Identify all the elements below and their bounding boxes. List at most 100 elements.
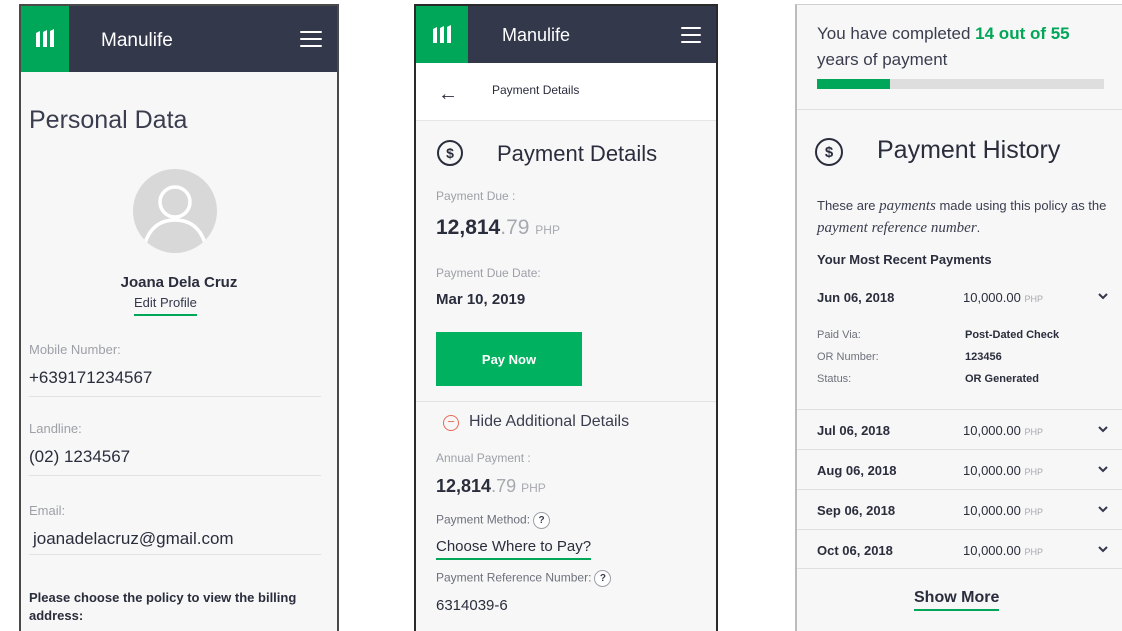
chevron-down-icon[interactable] <box>1098 292 1108 300</box>
divider <box>797 109 1122 110</box>
sub-header-title: Payment Details <box>492 83 580 97</box>
hamburger-menu-icon[interactable] <box>300 31 322 47</box>
help-icon[interactable]: ? <box>533 512 551 529</box>
payment-amount: 10,000.00 PHP <box>963 423 1043 438</box>
progress-bar-fill <box>817 79 891 89</box>
annual-payment-currency: PHP <box>521 481 546 495</box>
annual-payment-whole: 12,814 <box>436 476 492 496</box>
annual-payment-decimal: .79 <box>491 476 517 496</box>
intro-text: . <box>976 220 981 235</box>
reference-number-label: Payment Reference Number:? <box>436 570 612 587</box>
mobile-number-label: Mobile Number: <box>29 342 121 357</box>
due-date-label: Payment Due Date: <box>436 266 541 280</box>
personal-data-screen: Manulife Personal Data Joana Dela Cruz E… <box>19 4 339 631</box>
reference-number-text: Payment Reference Number: <box>436 570 592 585</box>
payment-due-whole: 12,814 <box>436 216 501 239</box>
chevron-down-icon[interactable] <box>1098 465 1108 473</box>
payment-due-currency: PHP <box>535 223 560 237</box>
minus-circle-icon[interactable]: − <box>443 415 459 431</box>
payment-amount-value: 10,000.00 <box>963 503 1021 518</box>
intro-emphasis: payment reference number <box>817 220 977 236</box>
payment-row[interactable]: Jul 06, 2018 10,000.00 PHP <box>797 409 1122 449</box>
reference-number-value: 6314039-6 <box>436 597 508 614</box>
payment-amount-value: 10,000.00 <box>963 543 1021 558</box>
manulife-logo-icon[interactable] <box>21 6 69 72</box>
help-icon[interactable]: ? <box>594 570 612 587</box>
payment-currency: PHP <box>1024 507 1043 517</box>
landline-label: Landline: <box>29 421 82 436</box>
detail-value: OR Generated <box>965 373 1039 385</box>
payment-row[interactable]: Sep 06, 2018 10,000.00 PHP <box>797 489 1122 529</box>
app-header: Manulife <box>21 6 337 72</box>
payment-date: Aug 06, 2018 <box>817 463 897 478</box>
detail-value: 123456 <box>965 351 1002 363</box>
divider <box>29 396 321 397</box>
hide-details-toggle[interactable]: Hide Additional Details <box>469 413 629 431</box>
detail-label: Status: <box>817 373 852 385</box>
choose-where-to-pay-link[interactable]: Choose Where to Pay? <box>436 538 592 560</box>
payment-currency: PHP <box>1024 547 1043 557</box>
email-value[interactable]: joanadelacruz@gmail.com <box>33 529 234 549</box>
brand-name: Manulife <box>502 25 571 45</box>
divider <box>416 401 716 402</box>
dollar-circle-icon: $ <box>815 138 843 166</box>
mobile-number-value[interactable]: +639171234567 <box>29 368 152 388</box>
detail-label: OR Number: <box>817 351 879 363</box>
payment-history-screen: You have completed 14 out of 55 years of… <box>795 4 1122 631</box>
payment-method-text: Payment Method: <box>436 512 531 527</box>
payment-currency: PHP <box>1024 294 1043 304</box>
user-avatar-icon[interactable] <box>133 169 217 253</box>
recent-payments-heading: Your Most Recent Payments <box>817 252 992 267</box>
payment-due-amount: 12,814.79 PHP <box>436 216 560 240</box>
payment-due-decimal: .79 <box>500 216 530 239</box>
landline-value[interactable]: (02) 1234567 <box>29 447 130 467</box>
payment-row[interactable]: Oct 06, 2018 10,000.00 PHP <box>797 529 1122 569</box>
app-header: Manulife <box>416 6 716 63</box>
detail-label: Paid Via: <box>817 329 861 341</box>
payment-details-screen: Manulife ← Payment Details $ Payment Det… <box>414 4 718 631</box>
email-label: Email: <box>29 503 66 518</box>
intro-emphasis: payments <box>879 198 936 214</box>
section-title: Payment Details <box>497 141 658 166</box>
completion-suffix: years of payment <box>817 50 948 69</box>
intro-text: These are <box>817 198 876 213</box>
annual-payment-label: Annual Payment : <box>436 451 531 465</box>
page-title: Personal Data <box>29 106 188 134</box>
detail-value: Post-Dated Check <box>965 329 1060 341</box>
chevron-down-icon[interactable] <box>1098 425 1108 433</box>
edit-profile-link[interactable]: Edit Profile <box>134 295 197 316</box>
payment-due-label: Payment Due : <box>436 189 516 203</box>
payment-row[interactable]: Aug 06, 2018 10,000.00 PHP <box>797 449 1122 489</box>
intro-text: made using this policy as the <box>939 198 1107 213</box>
divider <box>29 554 321 555</box>
history-intro: These are payments made using this polic… <box>817 195 1112 239</box>
show-more-button[interactable]: Show More <box>914 589 1000 611</box>
dollar-circle-icon: $ <box>437 140 463 166</box>
chevron-down-icon[interactable] <box>1098 545 1108 553</box>
payment-currency: PHP <box>1024 467 1043 477</box>
payment-date: Sep 06, 2018 <box>817 503 896 518</box>
pay-now-button[interactable]: Pay Now <box>436 332 582 386</box>
payment-date: Jul 06, 2018 <box>817 423 890 438</box>
payment-amount: 10,000.00 PHP <box>963 290 1043 305</box>
payment-row[interactable]: Jun 06, 2018 10,000.00 PHP <box>797 277 1122 317</box>
manulife-logo-icon[interactable] <box>416 6 468 63</box>
hamburger-menu-icon[interactable] <box>681 27 701 43</box>
annual-payment-amount: 12,814.79 PHP <box>436 476 546 497</box>
payment-amount-value: 10,000.00 <box>963 423 1021 438</box>
payment-amount: 10,000.00 PHP <box>963 543 1043 558</box>
completion-prefix: You have completed <box>817 24 971 43</box>
arrow-left-icon[interactable]: ← <box>438 83 458 106</box>
policy-prompt: Please choose the policy to view the bil… <box>29 590 297 623</box>
due-date-value: Mar 10, 2019 <box>436 291 526 308</box>
payment-amount: 10,000.00 PHP <box>963 503 1043 518</box>
profile-name: Joana Dela Cruz <box>120 274 238 291</box>
chevron-down-icon[interactable] <box>1098 505 1108 513</box>
brand-name: Manulife <box>101 30 173 51</box>
divider <box>29 475 321 476</box>
payment-date: Jun 06, 2018 <box>817 290 895 305</box>
payment-amount-value: 10,000.00 <box>963 463 1021 478</box>
completion-count: 14 out of 55 <box>975 24 1070 43</box>
payment-currency: PHP <box>1024 427 1043 437</box>
payment-amount-value: 10,000.00 <box>963 290 1021 305</box>
